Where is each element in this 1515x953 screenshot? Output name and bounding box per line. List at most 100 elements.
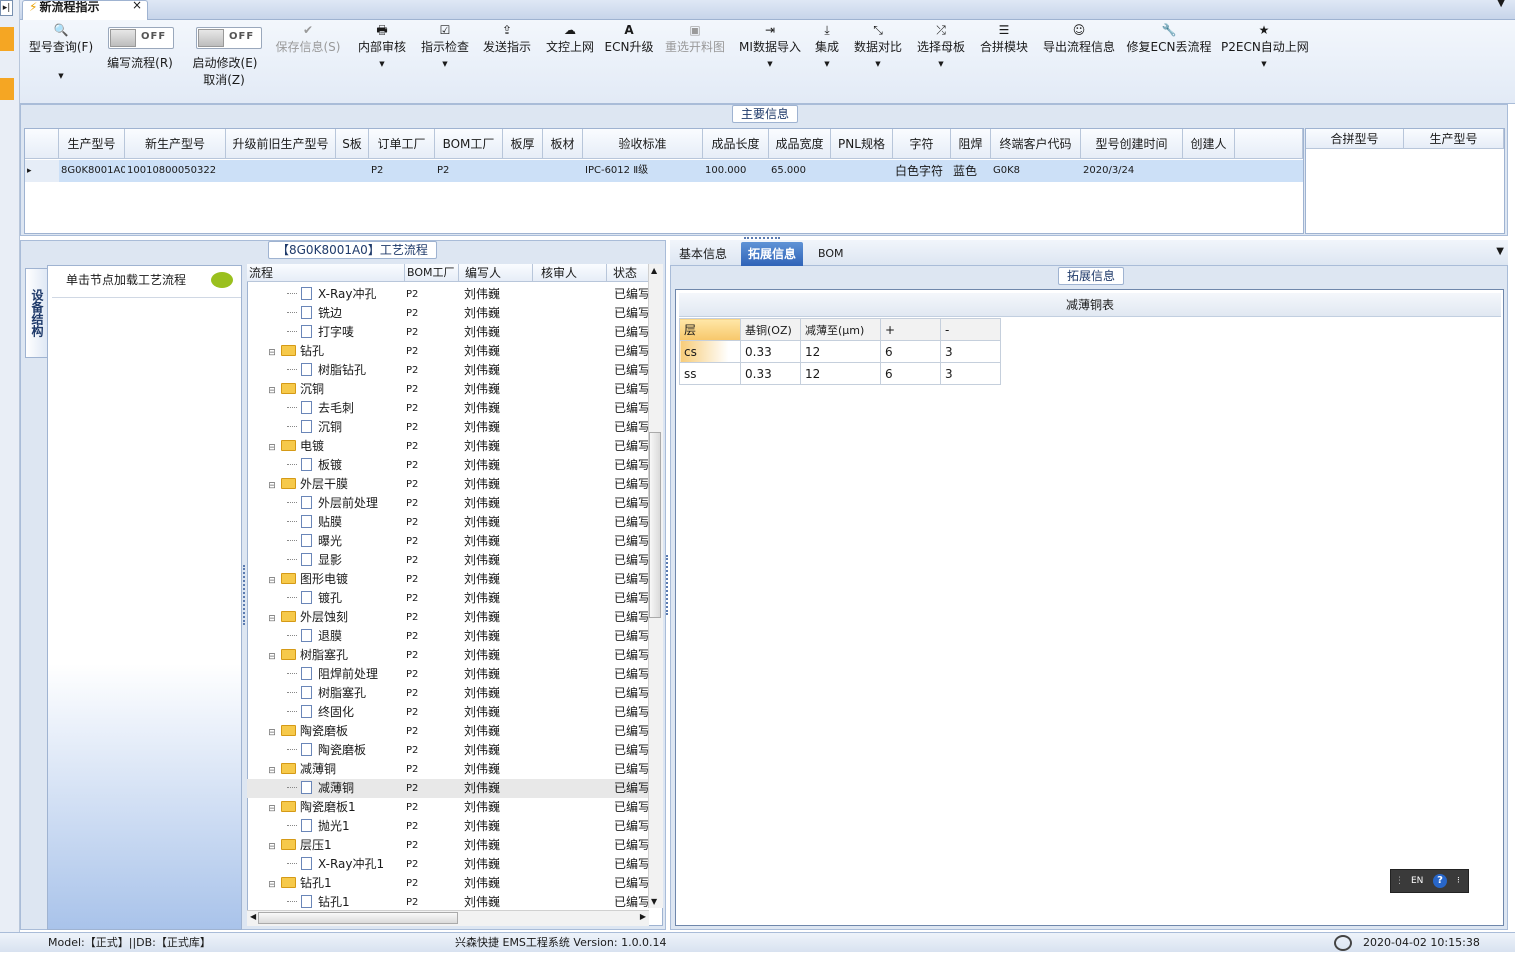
col-header[interactable]: 订单工厂 [369, 129, 435, 159]
tree-row[interactable]: ⊟ 层压1 P2 刘伟巍 已编写 [247, 836, 649, 855]
cell[interactable]: P2 [435, 160, 503, 182]
dock-pin-button[interactable]: ▸| [0, 0, 13, 16]
col-header[interactable]: 型号创建时间 [1081, 129, 1183, 159]
tree-node-label[interactable]: 退膜 [287, 627, 342, 646]
horizontal-scroll-thumb[interactable] [258, 912, 458, 924]
tree-node-label[interactable]: ⊟ 外层蚀刻 [267, 608, 348, 627]
tree-row[interactable]: ⊟ 树脂塞孔 P2 刘伟巍 已编写 [247, 646, 649, 665]
scroll-right-icon[interactable]: ▶ [640, 912, 646, 921]
tree-node-label[interactable]: 外层前处理 [287, 494, 378, 513]
cell[interactable]: ss [679, 362, 741, 385]
col-header[interactable]: 状态 [607, 264, 649, 282]
tree-node-label[interactable]: 打字唛 [287, 323, 354, 342]
collapse-icon[interactable]: ⊟ [267, 881, 277, 891]
col-header[interactable]: 阻焊 [951, 129, 991, 159]
collapse-icon[interactable]: ⊟ [267, 653, 277, 663]
internal-audit-button[interactable]: 🖶 内部审核 ▼ [354, 20, 410, 104]
tree-node-label[interactable]: 板镀 [287, 456, 342, 475]
tree-node-label[interactable]: 减薄铜 [287, 779, 354, 798]
tree-node-label[interactable]: ⊟ 外层干膜 [267, 475, 348, 494]
cell[interactable]: 蓝色 [951, 160, 991, 182]
col-header[interactable]: S板 [336, 129, 369, 159]
write-process-toggle[interactable]: OFF [108, 27, 174, 49]
grid-corner[interactable] [25, 129, 59, 159]
ime-menu-icon[interactable]: ⁝ [1457, 870, 1460, 892]
col-header[interactable]: 板材 [543, 129, 583, 159]
model-query-button[interactable]: 🔍 型号查询(F) ▼ [26, 20, 96, 104]
ecn-upgrade-button[interactable]: A ECN升级 [604, 20, 654, 104]
cell[interactable] [1183, 160, 1235, 182]
node-list[interactable] [52, 297, 241, 629]
cell[interactable]: 0.33 [740, 362, 801, 385]
cell[interactable] [226, 160, 336, 182]
scroll-down-icon[interactable]: ▼ [651, 897, 657, 906]
vertical-scroll-thumb[interactable] [649, 432, 661, 618]
tree-node-label[interactable]: ⊟ 钻孔 [267, 342, 324, 361]
select-mother-board-button[interactable]: ⤮ 选择母板 ▼ [914, 20, 968, 104]
tree-row[interactable]: 沉铜 P2 刘伟巍 已编写 [247, 418, 649, 437]
col-header[interactable]: 终端客户代码 [991, 129, 1081, 159]
collapse-icon[interactable]: ⊟ [267, 767, 277, 777]
collapse-icon[interactable]: ⊟ [267, 387, 277, 397]
col-header[interactable]: 生产型号 [1404, 129, 1504, 149]
col-header[interactable]: 核审人 [533, 264, 607, 282]
collapse-icon[interactable]: ⊟ [267, 805, 277, 815]
data-compare-button[interactable]: ⤡ 数据对比 ▼ [851, 20, 905, 104]
tree-node-label[interactable]: 镀孔 [287, 589, 342, 608]
cell[interactable]: 8G0K8001A0 [59, 160, 125, 182]
col-header[interactable]: 基铜(OZ) [740, 318, 801, 341]
col-header[interactable]: 升级前旧生产型号 [226, 129, 336, 159]
collapse-icon[interactable]: ⊟ [267, 349, 277, 359]
cell[interactable] [831, 160, 893, 182]
tree-row[interactable]: ⊟ 外层干膜 P2 刘伟巍 已编写 [247, 475, 649, 494]
cell[interactable]: 3 [940, 340, 1001, 363]
tree-row[interactable]: 打字唛 P2 刘伟巍 已编写 [247, 323, 649, 342]
tree-node-label[interactable]: 阻焊前处理 [287, 665, 378, 684]
tree-node-label[interactable]: 沉铜 [287, 418, 342, 437]
tree-node-label[interactable]: 终固化 [287, 703, 354, 722]
col-header[interactable]: 层 [679, 318, 741, 341]
cell[interactable]: 2020/3/24 [1081, 160, 1183, 182]
collapse-icon[interactable]: ⊟ [267, 615, 277, 625]
tree-row[interactable]: 去毛刺 P2 刘伟巍 已编写 [247, 399, 649, 418]
tree-row[interactable]: ⊟ 陶瓷磨板1 P2 刘伟巍 已编写 [247, 798, 649, 817]
tree-row[interactable]: ⊟ 电镀 P2 刘伟巍 已编写 [247, 437, 649, 456]
cell[interactable]: 6 [880, 340, 941, 363]
tree-node-label[interactable]: ⊟ 陶瓷磨板 [267, 722, 348, 741]
tree-node-label[interactable]: X-Ray冲孔1 [287, 855, 384, 874]
tab-new-process[interactable]: ⚡ 新流程指示 × [22, 0, 148, 20]
tab-basic-info[interactable]: 基本信息 [672, 242, 734, 266]
instruction-check-button[interactable]: ☑ 指示检查 ▼ [417, 20, 473, 104]
tree-row[interactable]: ⊟ 外层蚀刻 P2 刘伟巍 已编写 [247, 608, 649, 627]
col-header[interactable]: 成品长度 [703, 129, 769, 159]
cell[interactable]: P2 [369, 160, 435, 182]
tree-node-label[interactable]: 曝光 [287, 532, 342, 551]
tree-node-label[interactable]: 铣边 [287, 304, 342, 323]
cell[interactable]: 12 [800, 340, 881, 363]
tree-row[interactable]: ⊟ 沉铜 P2 刘伟巍 已编写 [247, 380, 649, 399]
cell[interactable]: IPC-6012 Ⅱ级 [583, 160, 703, 182]
col-header[interactable]: 验收标准 [583, 129, 703, 159]
cell[interactable]: 白色字符 [893, 160, 951, 182]
col-header[interactable]: BOM工厂 [405, 264, 459, 282]
collapse-icon[interactable]: ⊟ [267, 482, 277, 492]
tree-row[interactable]: 曝光 P2 刘伟巍 已编写 [247, 532, 649, 551]
tree-row[interactable]: 板镀 P2 刘伟巍 已编写 [247, 456, 649, 475]
tree-node-label[interactable]: 树脂钻孔 [287, 361, 366, 380]
ime-toolbar[interactable]: ⋮ EN ? ⁝ [1390, 869, 1469, 893]
col-header[interactable]: 减薄至(μm) [800, 318, 881, 341]
tree-node-label[interactable]: ⊟ 减薄铜 [267, 760, 336, 779]
col-header[interactable]: 新生产型号 [125, 129, 226, 159]
tree-row[interactable]: 阻焊前处理 P2 刘伟巍 已编写 [247, 665, 649, 684]
p2ecn-auto-online-button[interactable]: ★ P2ECN自动上网 ▼ [1221, 20, 1309, 104]
tab-bom[interactable]: BOM [811, 242, 851, 266]
tree-node-label[interactable]: ⊟ 陶瓷磨板1 [267, 798, 355, 817]
col-header[interactable]: 板厚 [503, 129, 543, 159]
tree-row[interactable]: ⊟ 图形电镀 P2 刘伟巍 已编写 [247, 570, 649, 589]
collapse-icon[interactable]: ⊟ [267, 729, 277, 739]
cell[interactable]: 0.33 [740, 340, 801, 363]
tree-row[interactable]: 终固化 P2 刘伟巍 已编写 [247, 703, 649, 722]
tree-row[interactable]: 抛光1 P2 刘伟巍 已编写 [247, 817, 649, 836]
splitter-handle[interactable] [744, 237, 780, 239]
cell[interactable]: 12 [800, 362, 881, 385]
